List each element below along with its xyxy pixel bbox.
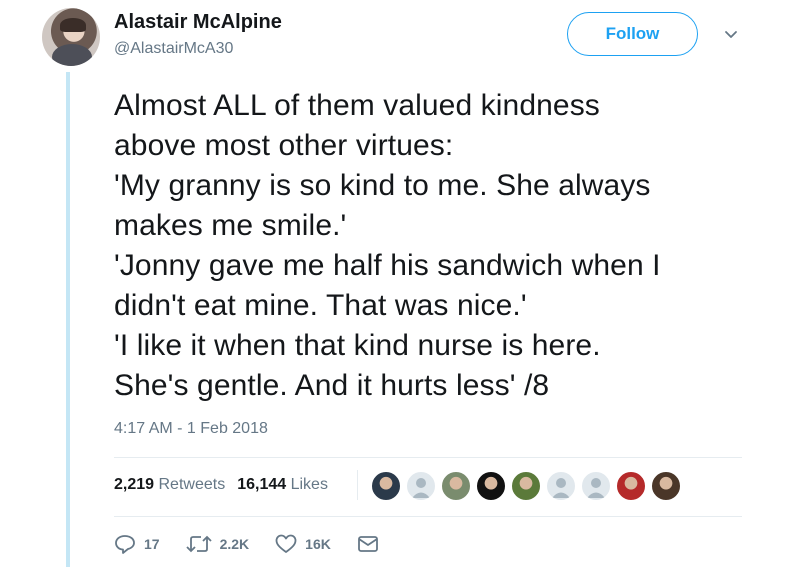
author-handle[interactable]: @AlastairMcA30 <box>114 40 233 58</box>
tweet-stats: 2,219 Retweets 16,144 Likes <box>114 476 328 494</box>
tweet-actions: 17 2.2K 16K <box>114 534 413 554</box>
tweet-line: makes me smile.' <box>114 209 347 242</box>
tweet-line: above most other virtues: <box>114 129 454 162</box>
liker-avatar[interactable] <box>615 470 647 502</box>
avatar-body <box>52 44 92 66</box>
liker-avatar[interactable] <box>370 470 402 502</box>
tweet-line: Almost ALL of them valued kindness <box>114 89 600 122</box>
tweet-line: 'Jonny gave me half his sandwich when I <box>114 249 661 282</box>
liker-avatar[interactable] <box>650 470 682 502</box>
tweet-line: She's gentle. And it hurts less' /8 <box>114 369 550 402</box>
likes-label: Likes <box>290 476 328 493</box>
reply-count: 17 <box>144 536 160 552</box>
divider <box>114 457 742 458</box>
tweet-text: Almost ALL of them valued kindness above… <box>114 86 754 406</box>
reply-button[interactable]: 17 <box>114 534 160 554</box>
like-count: 16K <box>305 536 331 552</box>
default-avatar-icon[interactable] <box>405 470 437 502</box>
liker-avatars <box>370 470 685 502</box>
tweet-line: didn't eat mine. That was nice.' <box>114 289 527 322</box>
stats-separator <box>357 470 358 500</box>
chevron-down-icon[interactable] <box>722 26 740 44</box>
divider <box>114 516 742 517</box>
direct-message-button[interactable] <box>357 535 387 553</box>
author-avatar[interactable] <box>42 8 100 66</box>
tweet-line: 'I like it when that kind nurse is here. <box>114 329 601 362</box>
thread-line <box>66 72 70 567</box>
like-button[interactable]: 16K <box>275 534 331 554</box>
tweet-line: 'My granny is so kind to me. She always <box>114 169 651 202</box>
retweet-count: 2.2K <box>219 536 250 552</box>
default-avatar-icon[interactable] <box>545 470 577 502</box>
author-name[interactable]: Alastair McAlpine <box>114 11 282 34</box>
tweet-timestamp[interactable]: 4:17 AM - 1 Feb 2018 <box>114 420 268 438</box>
retweet-button[interactable]: 2.2K <box>185 534 250 554</box>
retweets-count: 2,219 <box>114 476 155 493</box>
likes-stat[interactable]: 16,144 Likes <box>237 476 328 494</box>
liker-avatar[interactable] <box>440 470 472 502</box>
likes-count: 16,144 <box>237 476 287 493</box>
default-avatar-icon[interactable] <box>580 470 612 502</box>
heart-icon <box>275 534 297 553</box>
follow-button[interactable]: Follow <box>567 12 698 56</box>
retweets-stat[interactable]: 2,219 Retweets <box>114 476 225 494</box>
retweets-label: Retweets <box>158 476 226 493</box>
reply-icon <box>115 535 135 554</box>
liker-avatar[interactable] <box>475 470 507 502</box>
retweet-icon <box>185 535 212 553</box>
avatar-hair <box>60 18 86 32</box>
liker-avatar[interactable] <box>510 470 542 502</box>
envelope-icon <box>357 536 378 552</box>
